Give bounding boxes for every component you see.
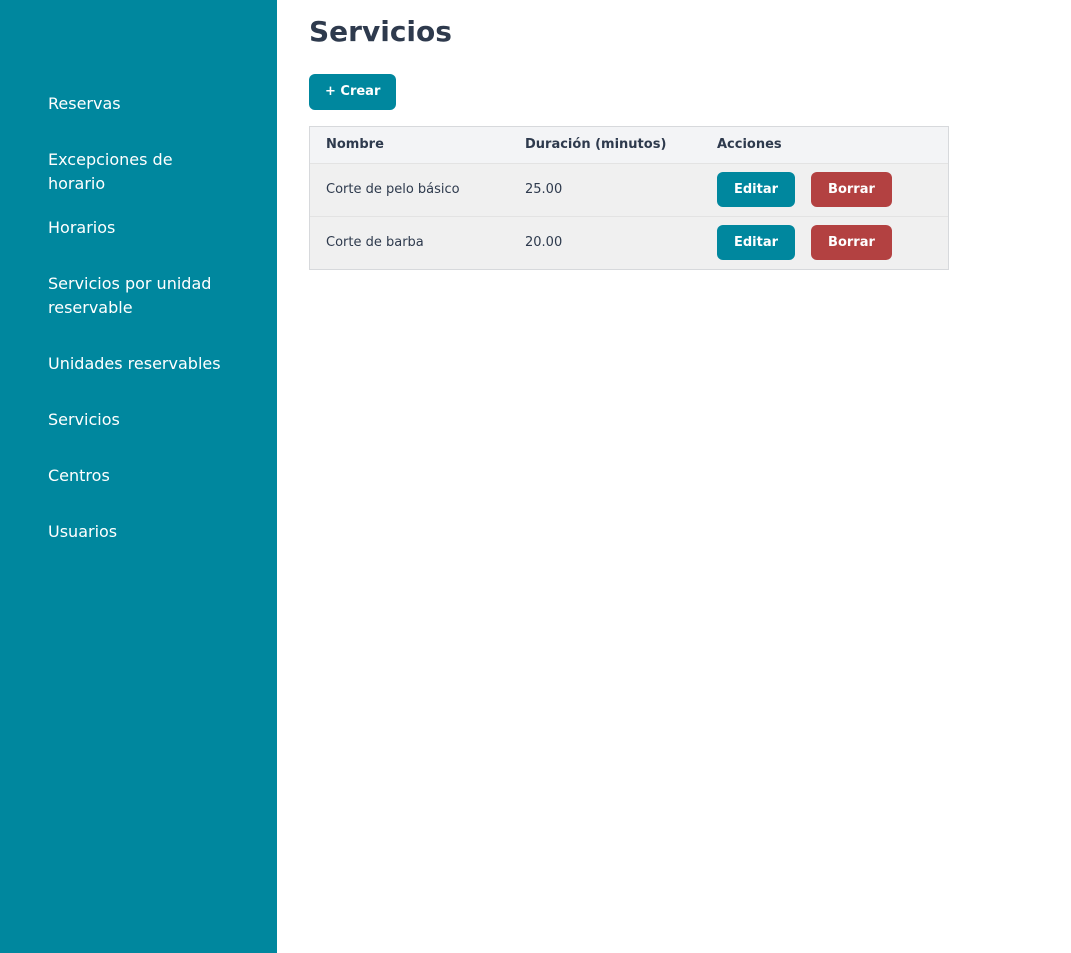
edit-button[interactable]: Editar — [717, 225, 796, 261]
cell-duration: 25.00 — [509, 162, 701, 216]
table-body: Corte de pelo básico 25.00 Editar Borrar … — [310, 162, 948, 269]
table-header-row: Nombre Duración (minutos) Acciones — [310, 127, 948, 163]
column-header-nombre: Nombre — [326, 137, 384, 153]
services-table: Nombre Duración (minutos) Acciones Corte… — [310, 127, 948, 269]
column-header-acciones: Acciones — [717, 137, 782, 153]
sidebar-item-horarios[interactable]: Horarios — [0, 206, 277, 262]
sidebar-item-usuarios[interactable]: Usuarios — [0, 510, 277, 566]
cell-actions: Editar Borrar — [701, 215, 948, 269]
delete-button[interactable]: Borrar — [811, 172, 892, 207]
sidebar: Reservas Excepciones de horario Horarios… — [0, 0, 277, 953]
column-header-duracion: Duración (minutos) — [525, 137, 667, 153]
main-content: Servicios + Crear Nombre Duración (minut… — [277, 0, 1071, 953]
sidebar-nav: Reservas Excepciones de horario Horarios… — [0, 82, 277, 566]
sidebar-item-excepciones-de-horario[interactable]: Excepciones de horario — [0, 138, 277, 206]
sidebar-item-unidades-reservables[interactable]: Unidades reservables — [0, 342, 277, 398]
cell-name: Corte de barba — [310, 215, 509, 269]
table-row: Corte de pelo básico 25.00 Editar Borrar — [310, 162, 948, 216]
page-title: Servicios — [309, 15, 452, 48]
app-root: Reservas Excepciones de horario Horarios… — [0, 0, 1071, 953]
sidebar-item-centros[interactable]: Centros — [0, 454, 277, 510]
table-header: Nombre Duración (minutos) Acciones — [310, 127, 948, 163]
create-button[interactable]: + Crear — [309, 74, 397, 110]
delete-button[interactable]: Borrar — [811, 225, 892, 261]
cell-name: Corte de pelo básico — [310, 162, 509, 216]
sidebar-item-servicios-por-unidad-reservable[interactable]: Servicios por unidad reservable — [0, 262, 277, 342]
table-row: Corte de barba 20.00 Editar Borrar — [310, 215, 948, 269]
sidebar-item-reservas[interactable]: Reservas — [0, 82, 277, 138]
cell-actions: Editar Borrar — [701, 162, 948, 216]
edit-button[interactable]: Editar — [717, 172, 796, 207]
cell-duration: 20.00 — [509, 215, 701, 269]
sidebar-item-servicios[interactable]: Servicios — [0, 398, 277, 454]
services-table-container: Nombre Duración (minutos) Acciones Corte… — [309, 126, 949, 270]
